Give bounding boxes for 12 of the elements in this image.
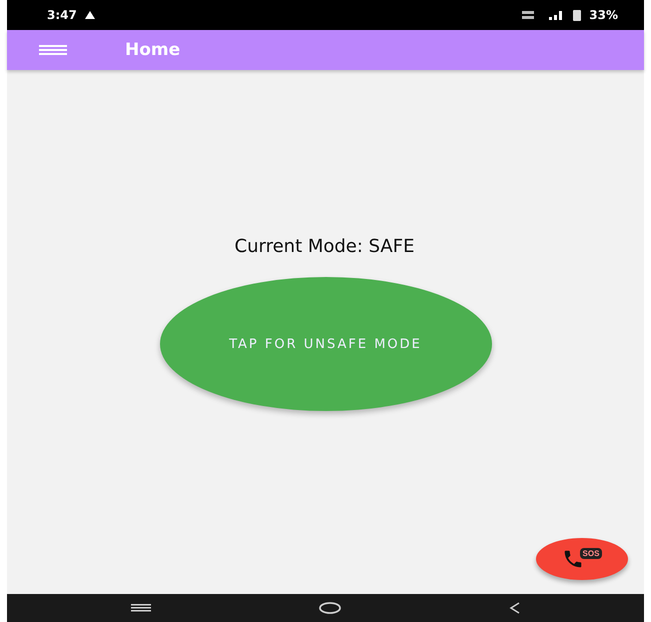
battery-icon xyxy=(573,9,582,21)
sos-button[interactable]: SOS xyxy=(536,538,628,580)
warning-icon xyxy=(84,11,95,19)
mode-label: Current Mode: SAFE xyxy=(234,236,414,257)
screen-title: Home xyxy=(125,40,180,60)
battery-percent: 33% xyxy=(589,8,618,22)
sos-label: SOS xyxy=(580,548,602,558)
back-icon[interactable] xyxy=(508,602,520,614)
clock-time: 3:47 xyxy=(47,8,77,22)
menu-icon[interactable] xyxy=(39,45,67,55)
recent-apps-icon[interactable] xyxy=(130,604,150,612)
home-icon[interactable] xyxy=(318,602,342,614)
